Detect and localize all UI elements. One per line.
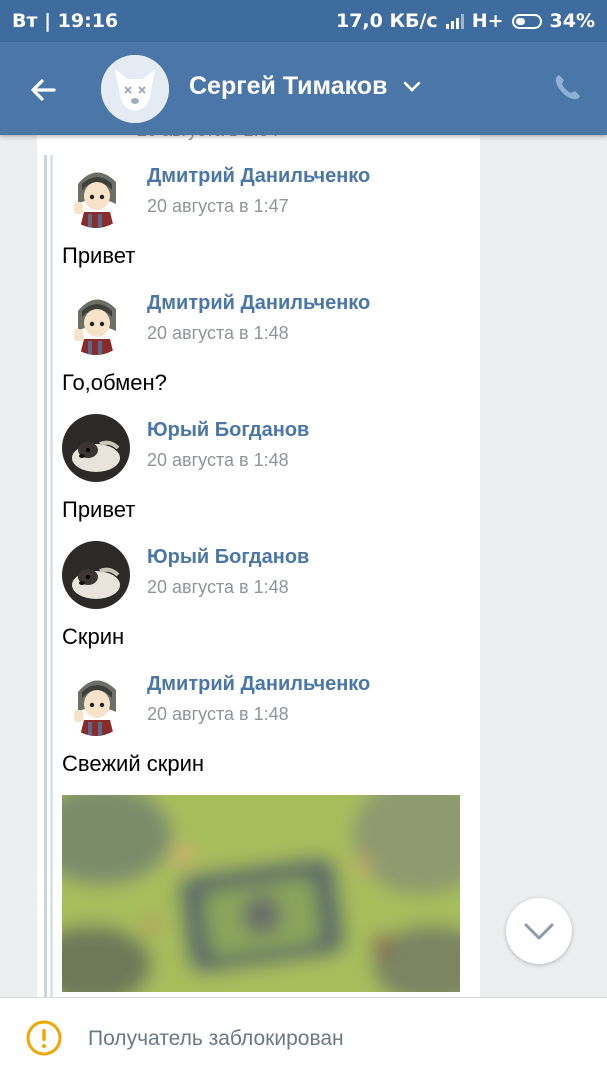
message-text: Свежий скрин [62,751,205,776]
chevron-down-icon [524,923,554,940]
blocked-text: Получатель заблокирован [88,1027,344,1050]
blocked-notice-bar: Получатель заблокирован [0,997,607,1080]
forward-quote-bar-inner [50,155,53,997]
dog-avatar-icon [62,541,130,609]
app-bar: Сергей Тимаков [0,42,607,135]
dog-avatar-icon [62,414,130,482]
call-button[interactable] [550,69,586,105]
author-name[interactable]: Юрый Богданов [147,419,309,442]
author-name[interactable]: Дмитрий Данильченко [147,165,370,188]
anime-avatar-icon [62,668,130,736]
author-name[interactable]: Дмитрий Данильченко [147,673,370,696]
status-bar: Вт | 19:16 17,0 КБ/с H+ 34% [0,0,607,42]
battery-level: 34% [549,10,595,32]
phone-icon [555,75,580,100]
author-avatar[interactable] [62,160,130,228]
network-speed: 17,0 КБ/с [335,10,438,32]
status-time: Вт | 19:16 [12,10,119,32]
network-type: H+ [471,10,504,32]
blurred-game-screenshot [62,795,460,992]
message-text: Го,обмен? [62,370,167,395]
chat-title[interactable]: Сергей Тимаков [189,72,387,101]
anime-avatar-icon [62,287,130,355]
author-avatar[interactable] [62,414,130,482]
arrow-left-icon [31,79,56,101]
scroll-down-button[interactable] [506,898,572,964]
author-avatar[interactable] [62,287,130,355]
message-text: Привет [62,243,136,268]
message-text: Скрин [62,624,125,649]
avatar[interactable] [101,55,169,123]
warning-icon [26,1020,62,1056]
forward-quote-bar [44,155,47,997]
message-time: 20 августа в 1:48 [147,323,289,343]
author-name[interactable]: Юрый Богданов [147,546,309,569]
message-time: 20 августа в 1:48 [147,577,289,597]
battery-icon [511,13,542,29]
author-avatar[interactable] [62,668,130,736]
author-name[interactable]: Дмитрий Данильченко [147,292,370,315]
message-time: 20 августа в 1:48 [147,450,289,470]
deactivated-dog-icon [101,55,169,123]
signal-icon [445,13,464,29]
author-avatar[interactable] [62,541,130,609]
message-time: 20 августа в 1:48 [147,704,289,724]
message-text: Привет [62,497,136,522]
back-button[interactable] [22,68,66,112]
chevron-down-icon[interactable] [402,80,422,94]
anime-avatar-icon [62,160,130,228]
attached-photo[interactable] [62,795,460,992]
message-time: 20 августа в 1:47 [147,196,289,216]
